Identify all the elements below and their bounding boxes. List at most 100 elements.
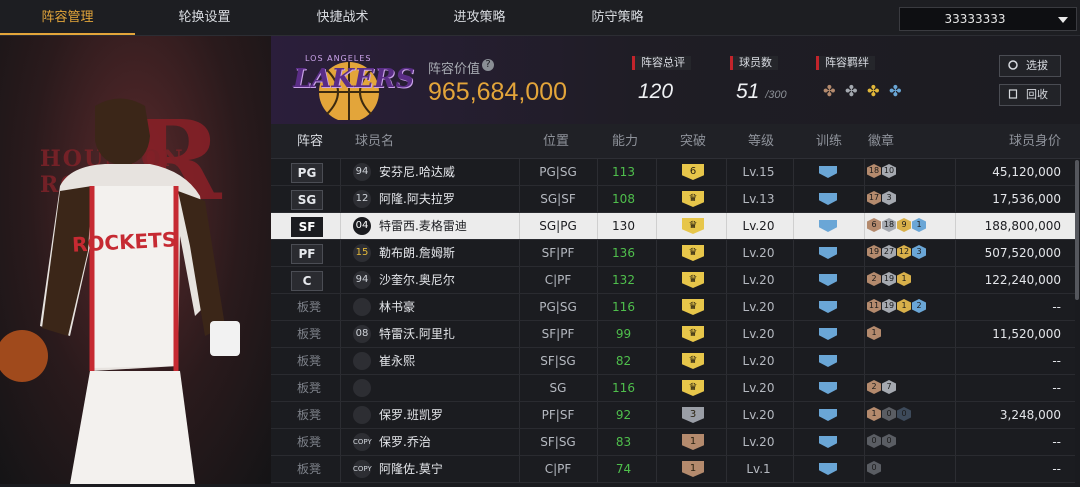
breakthrough-icon[interactable]: ♛: [682, 353, 704, 369]
training-icon[interactable]: [819, 328, 837, 340]
col-name[interactable]: 球员名: [355, 124, 394, 160]
table-row[interactable]: C 94 沙奎尔.奥尼尔 C|PF 132 ♛ Lv.20 2 19 1 122,2…: [271, 267, 1075, 294]
training-icon[interactable]: [819, 193, 837, 205]
player-name[interactable]: 林书豪: [379, 294, 415, 320]
badge-icon[interactable]: 6: [867, 218, 881, 232]
col-worth[interactable]: 球员身价: [1009, 124, 1061, 160]
player-name[interactable]: 阿隆佐.莫宁: [379, 456, 443, 482]
breakthrough-icon[interactable]: ♛: [682, 326, 704, 342]
table-row[interactable]: PF 15 勒布朗.詹姆斯 SF|PF 136 ♛ Lv.20 19 27 12 3 …: [271, 240, 1075, 267]
bond-bronze-icon[interactable]: ✤: [823, 82, 836, 100]
col-ability[interactable]: 能力: [612, 124, 638, 160]
col-training[interactable]: 训练: [816, 124, 842, 160]
training-icon[interactable]: [819, 409, 837, 421]
slot-bench[interactable]: 板凳: [297, 456, 321, 482]
player-name[interactable]: 阿隆.阿夫拉罗: [379, 186, 455, 212]
badge-icon[interactable]: 19: [882, 272, 896, 286]
badge-icon[interactable]: 10: [882, 164, 896, 178]
badge-icon[interactable]: 19: [882, 299, 896, 313]
player-name[interactable]: 崔永熙: [379, 348, 415, 374]
player-name[interactable]: 安芬尼.哈达威: [379, 159, 455, 185]
badge-icon[interactable]: 2: [867, 272, 881, 286]
slot-badge[interactable]: C: [291, 271, 323, 291]
table-row[interactable]: 板凳 COPY 阿隆佐.莫宁 C|PF 74 1 Lv.1 0 --: [271, 456, 1075, 483]
col-breakthrough[interactable]: 突破: [680, 124, 706, 160]
badge-icon[interactable]: 1: [897, 272, 911, 286]
badge-icon[interactable]: 18: [867, 164, 881, 178]
badge-icon[interactable]: 0: [867, 461, 881, 475]
training-icon[interactable]: [819, 247, 837, 259]
badge-icon[interactable]: 19: [867, 245, 881, 259]
slot-bench[interactable]: 板凳: [297, 375, 321, 401]
table-row[interactable]: SG 12 阿隆.阿夫拉罗 SG|SF 108 ♛ Lv.13 17 3 17,5…: [271, 186, 1075, 213]
breakthrough-icon[interactable]: ♛: [682, 272, 704, 288]
table-row[interactable]: 板凳 林书豪 PG|SG 116 ♛ Lv.20 11 19 1 2 --: [271, 294, 1075, 321]
breakthrough-icon[interactable]: ♛: [682, 191, 704, 207]
player-name[interactable]: 沙奎尔.奥尼尔: [379, 267, 455, 293]
slot-badge[interactable]: SG: [291, 190, 323, 210]
breakthrough-icon[interactable]: ♛: [682, 299, 704, 315]
training-icon[interactable]: [819, 463, 837, 475]
table-scrollbar[interactable]: [1075, 160, 1079, 300]
training-icon[interactable]: [819, 355, 837, 367]
tab-quick-tactics[interactable]: 快捷战术: [275, 0, 410, 33]
training-icon[interactable]: [819, 301, 837, 313]
badge-icon[interactable]: 0: [867, 434, 881, 448]
help-icon[interactable]: ?: [482, 59, 494, 71]
slot-badge[interactable]: PG: [291, 163, 323, 183]
tab-rotation[interactable]: 轮换设置: [137, 0, 272, 33]
col-slot[interactable]: 阵容: [297, 124, 323, 160]
badge-icon[interactable]: 12: [897, 245, 911, 259]
breakthrough-icon[interactable]: ♛: [682, 218, 704, 234]
badge-icon[interactable]: 27: [882, 245, 896, 259]
badge-icon[interactable]: 7: [882, 380, 896, 394]
badge-icon[interactable]: 1: [897, 299, 911, 313]
badge-icon[interactable]: 1: [912, 218, 926, 232]
col-position[interactable]: 位置: [543, 124, 569, 160]
player-name[interactable]: 保罗.乔治: [379, 429, 431, 455]
bond-silver-icon[interactable]: ✤: [845, 82, 858, 100]
col-level[interactable]: 等级: [748, 124, 774, 160]
badge-icon[interactable]: 0: [882, 407, 896, 421]
training-icon[interactable]: [819, 166, 837, 178]
training-icon[interactable]: [819, 382, 837, 394]
breakthrough-icon[interactable]: 3: [682, 407, 704, 423]
bond-gold-icon[interactable]: ✤: [867, 82, 880, 100]
badge-icon[interactable]: 1: [867, 407, 881, 421]
badge-icon[interactable]: 0: [897, 407, 911, 421]
breakthrough-icon[interactable]: 1: [682, 461, 704, 477]
breakthrough-icon[interactable]: ♛: [682, 380, 704, 396]
tab-offense[interactable]: 进攻策略: [412, 0, 547, 33]
badge-icon[interactable]: 1: [867, 326, 881, 340]
col-badges[interactable]: 徽章: [868, 124, 894, 160]
scout-button[interactable]: 选拔: [999, 55, 1061, 77]
badge-icon[interactable]: 2: [867, 380, 881, 394]
player-name[interactable]: 保罗.班凯罗: [379, 402, 443, 428]
badge-icon[interactable]: 18: [882, 218, 896, 232]
slot-badge[interactable]: PF: [291, 244, 323, 264]
badge-icon[interactable]: 2: [912, 299, 926, 313]
player-name[interactable]: 特雷沃.阿里扎: [379, 321, 455, 347]
slot-bench[interactable]: 板凳: [297, 348, 321, 374]
table-row[interactable]: 板凳 崔永熙 SF|SG 82 ♛ Lv.20 --: [271, 348, 1075, 375]
table-row[interactable]: PG 94 安芬尼.哈达威 PG|SG 113 6 Lv.15 18 10 45,…: [271, 159, 1075, 186]
table-row[interactable]: SF 04 特雷西.麦格雷迪 SG|PG 130 ♛ Lv.20 6 18 9 1 1…: [271, 213, 1075, 240]
player-name[interactable]: 勒布朗.詹姆斯: [379, 240, 455, 266]
badge-icon[interactable]: 0: [882, 434, 896, 448]
table-row[interactable]: 板凳 08 特雷沃.阿里扎 SF|PF 99 ♛ Lv.20 1 11,520,…: [271, 321, 1075, 348]
recycle-button[interactable]: 回收: [999, 84, 1061, 106]
player-name[interactable]: 特雷西.麦格雷迪: [379, 213, 467, 239]
slot-bench[interactable]: 板凳: [297, 321, 321, 347]
breakthrough-icon[interactable]: 6: [682, 164, 704, 180]
badge-icon[interactable]: 17: [867, 191, 881, 205]
badge-icon[interactable]: 3: [912, 245, 926, 259]
training-icon[interactable]: [819, 274, 837, 286]
slot-bench[interactable]: 板凳: [297, 294, 321, 320]
table-row[interactable]: 板凳 COPY 保罗.乔治 SF|SG 83 1 Lv.20 00 --: [271, 429, 1075, 456]
table-row[interactable]: 板凳 保罗.班凯罗 PF|SF 92 3 Lv.20 100 3,248,000: [271, 402, 1075, 429]
badge-icon[interactable]: 3: [882, 191, 896, 205]
breakthrough-icon[interactable]: ♛: [682, 245, 704, 261]
tab-lineup[interactable]: 阵容管理: [0, 0, 135, 35]
bond-blue-icon[interactable]: ✤: [889, 82, 902, 100]
training-icon[interactable]: [819, 436, 837, 448]
